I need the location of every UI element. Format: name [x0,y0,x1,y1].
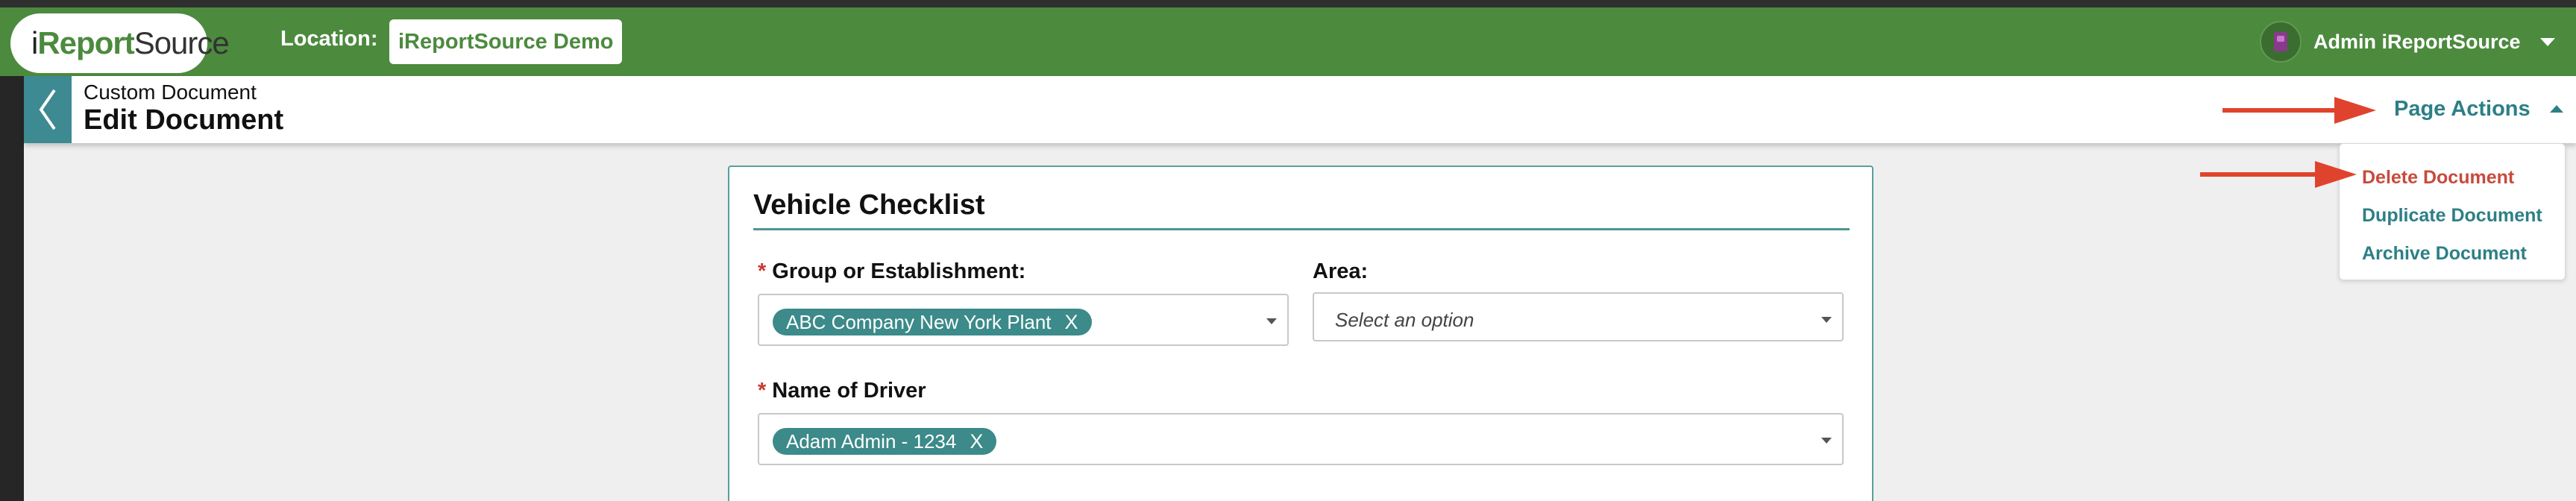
user-menu[interactable]: Admin iReportSource [2260,19,2555,64]
group-chip-label: ABC Company New York Plant [786,310,1052,333]
area-field-label: Area: [1313,259,1369,283]
driver-select[interactable]: Adam Admin - 1234 X [758,413,1844,465]
driver-selected-chip: Adam Admin - 1234 X [773,428,997,455]
form-title: Vehicle Checklist [753,189,985,221]
left-edge-strip [0,7,24,501]
title-divider [753,228,1850,230]
user-avatar-icon [2260,21,2302,63]
chevron-up-icon [2549,105,2563,113]
back-chevron-icon [39,89,56,130]
area-placeholder: Select an option [1335,309,1474,331]
page-actions-menu: Delete Document Duplicate Document Archi… [2339,143,2566,280]
location-selector[interactable]: iReportSource Demo [389,19,623,64]
window-top-strip [0,0,2576,7]
app-header: iReportSource Location: iReportSource De… [0,7,2576,76]
group-field-label: * Group or Establishment: [758,259,1026,283]
logo-wordmark: iReportSource [31,25,230,60]
chevron-down-icon [1821,317,1832,323]
document-form-card: Vehicle Checklist * Group or Establishmen… [728,166,1873,501]
annotation-arrow-page-actions [2222,97,2376,124]
location-label: Location: [280,27,378,51]
page-actions-label: Page Actions [2394,96,2531,121]
area-select[interactable]: Select an option [1313,292,1844,341]
chevron-down-icon [2539,37,2555,46]
user-name: Admin iReportSource [2313,30,2521,53]
archive-document-menu-item[interactable]: Archive Document [2340,235,2565,273]
duplicate-document-menu-item[interactable]: Duplicate Document [2340,197,2565,235]
driver-field-label: * Name of Driver [758,379,926,403]
page-title: Edit Document [84,104,284,136]
back-button[interactable] [24,76,72,143]
delete-document-menu-item[interactable]: Delete Document [2340,159,2565,197]
driver-chip-label: Adam Admin - 1234 [786,429,957,453]
required-marker: * [758,379,767,403]
chevron-down-icon [1821,438,1832,444]
page-subheader: Custom Document Edit Document Page Actio… [24,76,2576,143]
remove-driver-button[interactable]: X [970,430,983,453]
remove-group-button[interactable]: X [1065,311,1078,334]
group-selected-chip: ABC Company New York Plant X [773,309,1092,335]
chevron-down-icon [1266,318,1277,324]
app-logo[interactable]: iReportSource [10,13,230,73]
required-marker: * [758,259,767,283]
page-actions-button[interactable]: Page Actions [2394,94,2563,124]
annotation-arrow-delete [2200,161,2357,188]
breadcrumb[interactable]: Custom Document [84,81,257,104]
group-select[interactable]: ABC Company New York Plant X [758,294,1289,346]
